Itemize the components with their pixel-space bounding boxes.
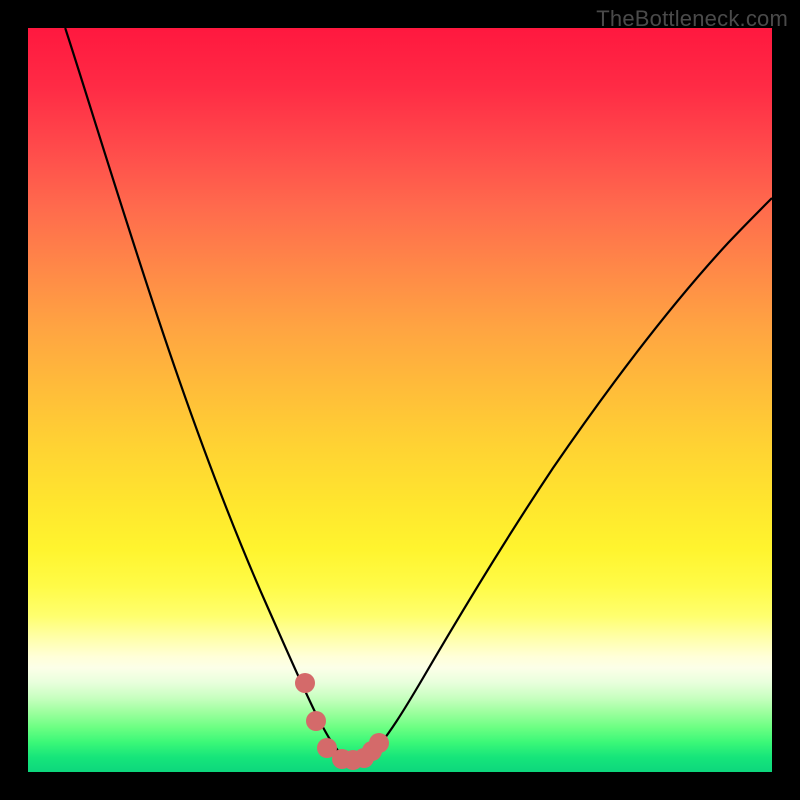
highlight-dots [295, 673, 389, 770]
watermark-text: TheBottleneck.com [596, 6, 788, 32]
chart-svg [28, 28, 772, 772]
plot-area [28, 28, 772, 772]
curve-line [65, 28, 772, 760]
